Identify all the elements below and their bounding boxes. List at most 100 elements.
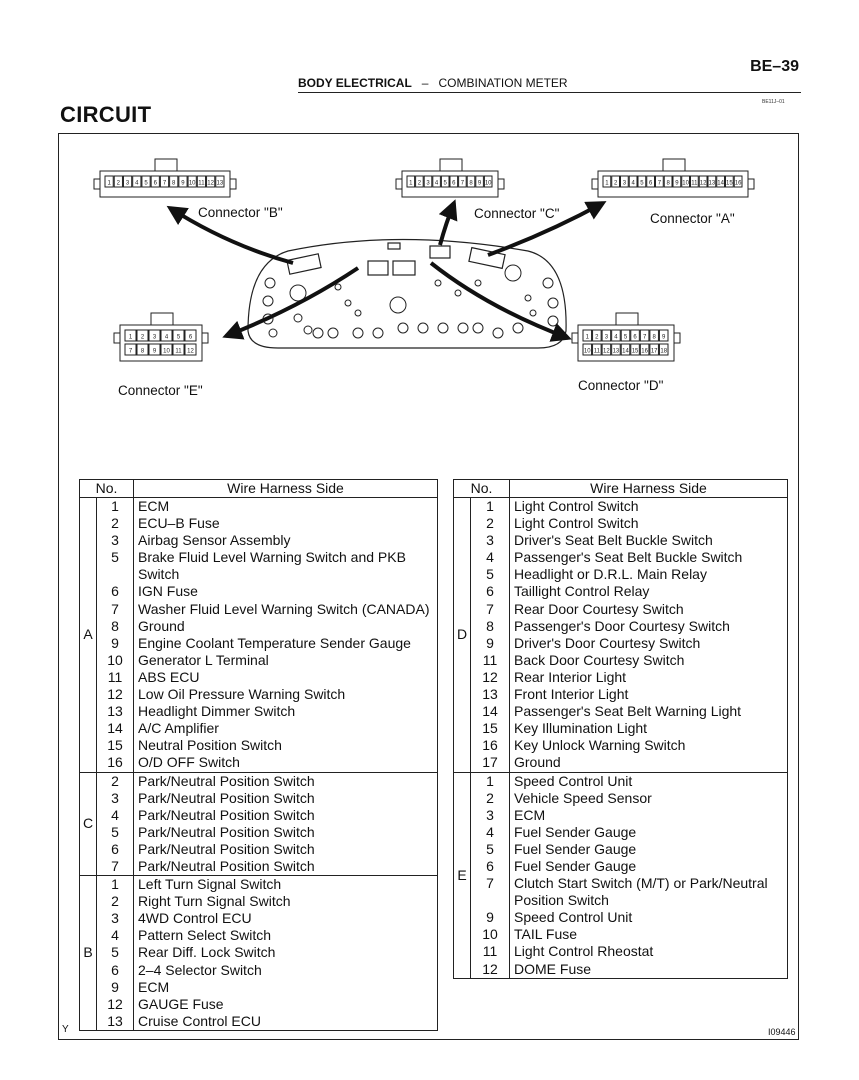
pin-number: 7 (470, 600, 510, 618)
meter-circuit-dot (454, 289, 462, 297)
pin-description: Rear Interior Light (509, 668, 788, 687)
pin-number: 13 (96, 1012, 134, 1031)
meter-circuit-dot (437, 322, 449, 334)
table-row: 13 Front Interior Light (454, 686, 788, 704)
table-row: 5 Brake Fluid Level Warning Switch and PK… (80, 549, 438, 584)
pin-description: 4WD Control ECU (133, 910, 438, 928)
pin-number: 4 (96, 806, 134, 824)
pin-description: Low Oil Pressure Warning Switch (133, 686, 438, 704)
pin-number: 9 (470, 634, 510, 652)
pin-number: 15 (96, 737, 134, 755)
table-row: 11 Back Door Courtesy Switch (454, 651, 788, 669)
arrow-to-connector-c (438, 199, 458, 246)
page-title: CIRCUIT (60, 102, 152, 127)
pin-description: Right Turn Signal Switch (133, 893, 438, 911)
pin-description: Vehicle Speed Sensor (509, 789, 788, 807)
meter-circuit-dot (542, 277, 554, 289)
connector-label: Connector "B" (198, 205, 283, 220)
connector-pin-number: 12 (207, 181, 214, 187)
meter-circuit-dot (529, 309, 537, 317)
pin-description: Airbag Sensor Assembly (133, 532, 438, 550)
connector-pin-number: 12 (603, 349, 610, 355)
header-rule (298, 92, 801, 93)
connector-pin-number: 16 (735, 181, 742, 187)
connector-pin-number: 12 (187, 349, 194, 355)
pin-number: 1 (470, 497, 510, 516)
pin-description: 2–4 Selector Switch (133, 961, 438, 979)
pin-description: Taillight Control Relay (509, 583, 788, 601)
pin-description: Ground (509, 754, 788, 773)
pin-number: 4 (470, 549, 510, 567)
pin-number: 2 (470, 789, 510, 807)
pin-number: 16 (96, 754, 134, 773)
col-header-no: No. (453, 479, 510, 498)
pin-number: 3 (470, 532, 510, 550)
connector-label: Connector "E" (118, 383, 203, 398)
pin-number: 6 (470, 857, 510, 876)
pin-description: Rear Door Courtesy Switch (509, 600, 788, 618)
meter-circuit-dot (389, 296, 407, 314)
figure-code: I09446 (768, 1027, 796, 1037)
pin-number: 14 (470, 703, 510, 721)
pin-description: TAIL Fuse (509, 926, 788, 944)
pin-description: Ground (133, 617, 438, 635)
pin-number: 11 (96, 668, 134, 687)
table-row: 3 Park/Neutral Position Switch (80, 789, 438, 807)
connector-pin-number: 13 (709, 181, 716, 187)
connector-e: 1 2 3 4 5 67 8 9 10 11 12 (113, 312, 209, 362)
pin-number: 13 (96, 703, 134, 721)
section-header: BODY ELECTRICAL – COMBINATION METER (298, 76, 568, 90)
meter-circuit-dot (457, 322, 469, 334)
connector-group-label: A (79, 497, 97, 773)
pin-number: 6 (470, 583, 510, 601)
pin-number: 8 (96, 617, 134, 635)
pin-number: 9 (96, 978, 134, 996)
table-row: 3 Driver's Seat Belt Buckle Switch (454, 532, 788, 550)
pin-description: Fuel Sender Gauge (509, 857, 788, 876)
pin-description: Light Control Switch (509, 515, 788, 533)
meter-circuit-dot (268, 328, 278, 338)
table-row: 13 Cruise Control ECU (80, 1012, 438, 1031)
connector-b: 1 2 3 4 5 6 7 8 9 10 11 12 13 (93, 158, 237, 198)
meter-circuit-dot (344, 299, 352, 307)
pin-number: 11 (470, 943, 510, 961)
table-row: 17 Ground (454, 754, 788, 773)
connector-pin-number: 10 (682, 181, 689, 187)
doc-code: BE11J–01 (762, 99, 785, 105)
pin-description: Engine Coolant Temperature Sender Gauge (133, 634, 438, 652)
pin-number: 1 (96, 497, 134, 516)
table-row: 7 Clutch Start Switch (M/T) or Park/Neutr… (454, 875, 788, 910)
connector-d: 1 2 3 4 5 6 7 8 910 11 12 13 14 15 16 17 18 (571, 312, 681, 362)
pin-description: Rear Diff. Lock Switch (133, 944, 438, 962)
pin-description: Headlight or D.R.L. Main Relay (509, 566, 788, 584)
meter-circuit-dot (303, 325, 313, 335)
arrow-to-connector-d (429, 261, 572, 342)
meter-circuit-dot (547, 297, 559, 309)
table-row: 4 Fuel Sender Gauge (454, 823, 788, 841)
pin-number: 5 (96, 823, 134, 841)
pin-description: Light Control Rheostat (509, 943, 788, 961)
table-row: 3 ECM (454, 806, 788, 824)
connector-pin-number: 13 (217, 181, 224, 187)
table-row: C 2 Park/Neutral Position Switch (79, 771, 438, 877)
col-header-no: No. (79, 479, 134, 498)
table-row: 10 Generator L Terminal (80, 651, 438, 669)
table-row: 4 Park/Neutral Position Switch (80, 806, 438, 824)
connector-label: Connector "A" (650, 211, 735, 226)
connector-pin-number: 17 (651, 349, 658, 355)
connector-pin-number: 15 (632, 349, 639, 355)
pin-description: Park/Neutral Position Switch (133, 771, 438, 790)
pin-number: 17 (470, 754, 510, 773)
pin-description: Light Control Switch (509, 497, 788, 516)
table-row: 16 Key Unlock Warning Switch (454, 737, 788, 755)
connector-group-label: E (453, 771, 471, 979)
connector-group-label: C (79, 771, 97, 877)
pin-description: Park/Neutral Position Switch (133, 823, 438, 841)
pin-number: 10 (96, 651, 134, 669)
pin-number: 5 (470, 566, 510, 584)
pin-number: 5 (96, 549, 134, 584)
meter-circuit-dot (547, 315, 559, 327)
connector-pin-number: 11 (594, 349, 601, 355)
table-row: 12 DOME Fuse (454, 960, 788, 979)
table-row: 15 Key Illumination Light (454, 720, 788, 738)
